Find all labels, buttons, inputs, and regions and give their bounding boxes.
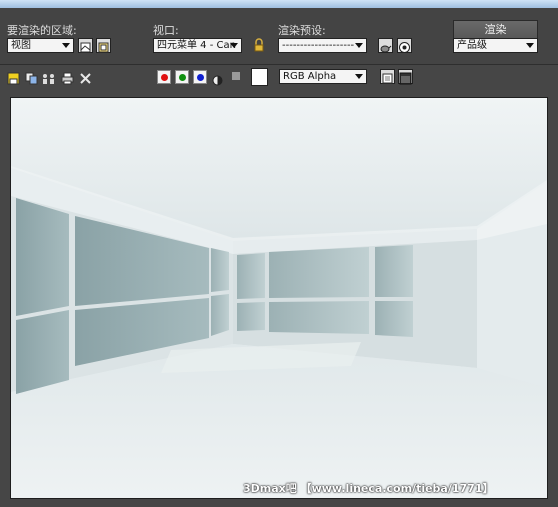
monochrome-toggle[interactable] <box>232 72 240 80</box>
overlay-icon <box>382 73 393 84</box>
green-channel-icon <box>179 74 186 81</box>
render-setup-toolbar: 要渲染的区域: 视图 视口: 四元菜单 4 - Can 渲染预设: ------… <box>0 8 558 64</box>
environment-icon <box>399 42 410 53</box>
auto-region-button[interactable] <box>96 38 111 53</box>
title-bar <box>0 0 558 8</box>
toggle-ui-button[interactable] <box>398 69 413 85</box>
teapot-icon <box>380 45 392 53</box>
print-icon <box>61 72 74 85</box>
area-to-render-label: 要渲染的区域: <box>7 24 77 37</box>
channel-display-value: RGB Alpha <box>283 71 337 82</box>
red-channel-icon <box>161 74 168 81</box>
rendered-image <box>10 97 548 499</box>
alpha-channel-toggle[interactable] <box>212 71 223 86</box>
window-icon <box>399 72 412 85</box>
render-setup-button[interactable] <box>378 38 393 53</box>
chevron-down-icon <box>355 43 363 48</box>
save-image-button[interactable] <box>7 70 20 85</box>
viewport-value: 四元菜单 4 - Can <box>157 40 236 51</box>
copy-image-button[interactable] <box>25 70 38 85</box>
edit-region-icon <box>80 42 91 53</box>
print-image-button[interactable] <box>61 70 74 85</box>
rendered-room-image <box>11 98 547 498</box>
half-circle-icon <box>212 75 223 86</box>
render-quality-value: 产品级 <box>457 40 487 51</box>
edit-region-button[interactable] <box>78 38 93 53</box>
channel-display-dropdown[interactable]: RGB Alpha <box>279 69 367 84</box>
render-preset-dropdown[interactable]: -------------------- <box>278 38 367 53</box>
render-quality-dropdown[interactable]: 产品级 <box>453 38 538 53</box>
clone-icon <box>43 74 54 84</box>
green-channel-toggle[interactable] <box>175 70 189 84</box>
viewport-dropdown[interactable]: 四元菜单 4 - Can <box>153 38 242 53</box>
environment-button[interactable] <box>397 38 412 53</box>
clear-button[interactable] <box>79 70 92 84</box>
red-channel-toggle[interactable] <box>157 70 171 84</box>
auto-region-icon <box>98 42 109 53</box>
render-preset-label: 渲染预设: <box>278 24 326 37</box>
area-to-render-dropdown[interactable]: 视图 <box>7 38 74 53</box>
clone-frame-button[interactable] <box>42 70 56 84</box>
render-button[interactable]: 渲染 <box>453 20 538 40</box>
chevron-down-icon <box>230 43 238 48</box>
lock-viewport-button[interactable] <box>252 38 266 53</box>
copy-icon <box>25 72 38 85</box>
frame-toolbar: RGB Alpha <box>0 64 558 89</box>
save-icon <box>7 72 20 85</box>
chevron-down-icon <box>62 43 70 48</box>
watermark: 3Dmax吧 【www.lineca.com/tieba/1771】 <box>243 482 494 495</box>
area-to-render-value: 视图 <box>11 40 31 51</box>
render-preset-value: -------------------- <box>282 40 355 51</box>
viewport-label: 视口: <box>153 24 179 37</box>
swatch-color[interactable] <box>251 68 268 86</box>
blue-channel-toggle[interactable] <box>193 70 207 84</box>
rendered-frame-window: 要渲染的区域: 视图 视口: 四元菜单 4 - Can 渲染预设: ------… <box>0 0 558 507</box>
blue-channel-icon <box>197 74 204 81</box>
chevron-down-icon <box>355 74 363 79</box>
close-icon <box>80 73 91 84</box>
chevron-down-icon <box>526 43 534 48</box>
toggle-ui-overlay-button[interactable] <box>380 69 395 84</box>
lock-icon <box>254 38 264 52</box>
